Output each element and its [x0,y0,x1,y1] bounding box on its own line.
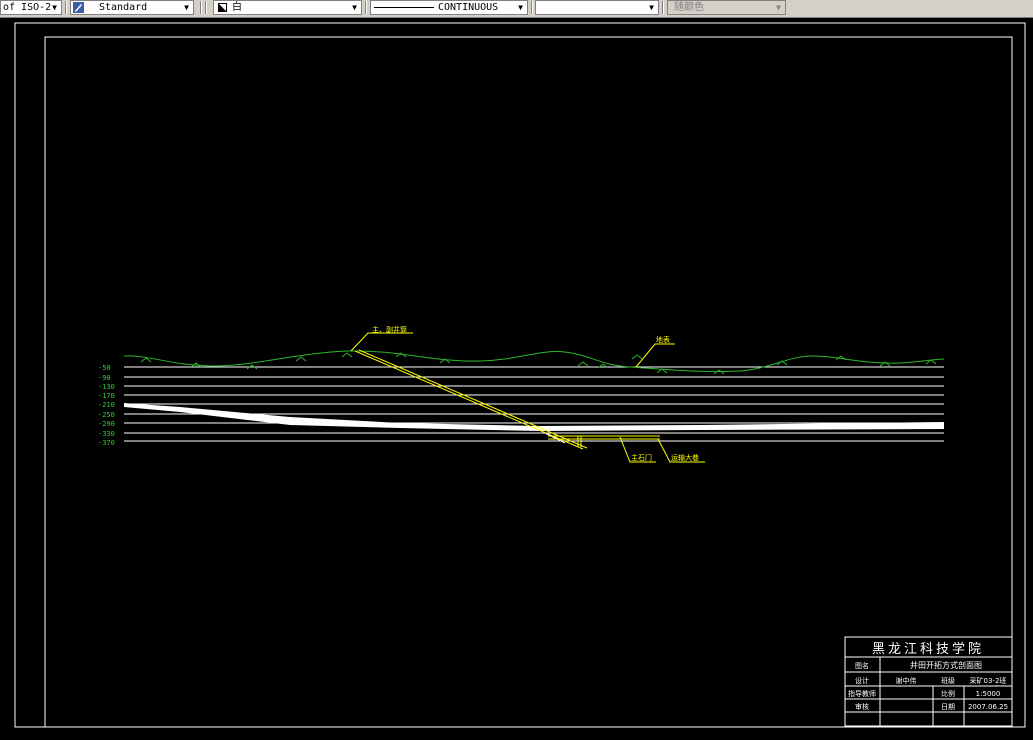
toolbar-separator [531,1,533,14]
leader-main-shaft [350,332,413,352]
text-style-value: Standard [99,2,148,13]
color-swatch-icon [218,3,227,12]
color-value: 白 [232,2,242,13]
depth-label: -370 [98,439,115,447]
scale-value: 1:5000 [976,690,1001,698]
review-label: 审核 [855,702,869,711]
depth-label: -90 [98,374,111,382]
surface-hatch [295,356,307,362]
class-label: 班级 [941,676,955,685]
class-value: 采矿03-2班 [970,676,1007,685]
toolbar-separator [365,1,367,14]
drawing-canvas[interactable]: -50 -90 -130 -170 -210 -250 -290 -330 -3… [0,17,1033,740]
institution-name: 黑龙江科技学院 [872,641,984,657]
depth-label: -250 [98,411,115,419]
leader-surface [635,343,675,368]
shaft-wall [354,350,584,450]
designer-name: 谢中伟 [896,676,917,685]
drawing-name: 井田开拓方式剖面图 [910,660,982,670]
surface-hatch [577,361,589,367]
title-block-text: 黑龙江科技学院 图名 井田开拓方式剖面图 设计 谢中伟 班级 采矿03-2班 指… [848,641,1008,711]
plot-style-dropdown[interactable]: 随颜色 ▼ [667,0,786,15]
properties-toolbar: of ISO-2 ▼ Standard ▼ 白 ▼ CONTINUOUS ▼ ▼… [0,0,1033,18]
coal-seam [124,403,944,431]
toolbar-separator [205,1,207,14]
text-style-icon [73,2,84,13]
chevron-down-icon: ▼ [518,3,523,12]
depth-label: -170 [98,392,115,400]
toolbar-separator [662,1,664,14]
surface-hatch [631,354,643,360]
depth-label: -130 [98,383,115,391]
chevron-down-icon: ▼ [52,3,57,12]
depth-label: -290 [98,420,115,428]
linetype-value: CONTINUOUS [438,2,499,13]
color-dropdown[interactable]: 白 ▼ [213,0,362,15]
toolbar-separator [200,1,202,14]
depth-label: -50 [98,364,111,372]
surface-hatch [341,352,353,358]
design-label: 设计 [855,676,869,685]
drawing-name-label: 图名 [855,661,869,670]
label-hoist-gate: 主石门 [631,453,652,462]
dimension-style-value: of ISO-2 [3,2,52,13]
label-haulage: 运输大巷 [671,453,699,462]
lineweight-dropdown[interactable]: ▼ [535,0,659,15]
text-style-dropdown[interactable]: Standard ▼ [70,0,194,15]
toolbar-separator [65,1,67,14]
chevron-down-icon: ▼ [649,3,654,12]
label-main-shaft: 主、副井筒 [372,325,407,334]
label-surface: 地表 [656,335,670,344]
inner-frame [44,36,1013,728]
outer-frame [14,22,1026,728]
depth-label: -210 [98,401,115,409]
advisor-label: 指导教师 [848,689,876,698]
linetype-sample-icon [374,7,434,8]
inclined-shaft [354,349,588,450]
surface-hatch [713,369,725,375]
date-label: 日期 [941,703,955,711]
dimension-style-dropdown[interactable]: of ISO-2 ▼ [0,0,62,15]
callout-leaders [350,332,705,463]
depth-labels: -50 -90 -130 -170 -210 -250 -290 -330 -3… [98,364,115,447]
chevron-down-icon: ▼ [352,3,357,12]
plot-style-value: 随颜色 [674,2,704,13]
chevron-down-icon: ▼ [184,3,189,12]
scale-label: 比例 [941,689,955,698]
date-value: 2007.06.25 [968,703,1008,711]
depth-label: -330 [98,430,115,438]
chevron-down-icon: ▼ [776,3,781,12]
linetype-dropdown[interactable]: CONTINUOUS ▼ [370,0,528,15]
